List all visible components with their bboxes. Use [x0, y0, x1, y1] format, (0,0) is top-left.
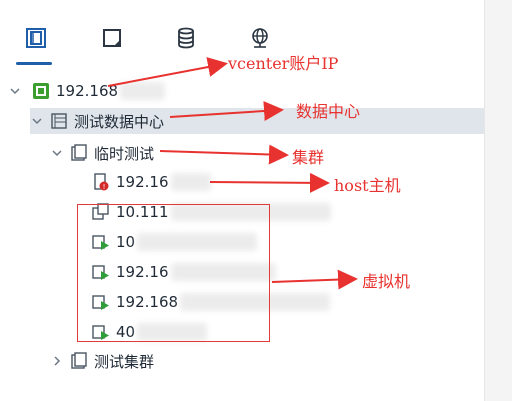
- vm-template-icon[interactable]: [98, 24, 126, 52]
- redacted-text: [120, 82, 166, 100]
- cluster-label: 测试集群: [94, 352, 155, 371]
- tree-node-cluster-test[interactable]: 测试集群: [50, 348, 154, 374]
- database-icon[interactable]: [172, 24, 200, 52]
- redacted-text: [170, 173, 211, 191]
- host-error-icon: !: [92, 173, 110, 191]
- annotation-vcenter: vcenter账户IP: [228, 54, 339, 73]
- chevron-down-icon[interactable]: [50, 146, 64, 160]
- vcenter-icon: [32, 82, 50, 100]
- annotation-datacenter: 数据中心: [296, 102, 361, 121]
- network-globe-icon[interactable]: [246, 24, 274, 52]
- vertical-scrollbar[interactable]: [484, 0, 512, 401]
- tree-node-vcenter[interactable]: 192.168: [8, 78, 166, 104]
- annotation-cluster: 集群: [292, 148, 325, 167]
- cluster-icon: [70, 352, 88, 370]
- chevron-right-icon[interactable]: [50, 354, 64, 368]
- tree-node-cluster-temp[interactable]: 临时测试: [50, 140, 154, 166]
- annotation-vm: 虚拟机: [362, 272, 411, 291]
- cluster-icon: [70, 144, 88, 162]
- host-label: 192.16: [116, 173, 169, 191]
- vm-highlight-box: [77, 204, 270, 342]
- svg-text:!: !: [103, 183, 106, 191]
- tree-node-datacenter[interactable]: 测试数据中心: [30, 108, 484, 134]
- active-tab-indicator: [16, 62, 52, 65]
- datacenter-label: 测试数据中心: [74, 112, 165, 131]
- hosts-clusters-icon[interactable]: [22, 24, 50, 52]
- datacenter-icon: [50, 112, 68, 130]
- chevron-down-icon[interactable]: [8, 84, 22, 98]
- annotation-host: host主机: [334, 176, 401, 195]
- chevron-down-icon[interactable]: [30, 114, 44, 128]
- cluster-label: 临时测试: [94, 144, 155, 163]
- vcenter-label: 192.168: [56, 82, 119, 100]
- tree-node-host[interactable]: ! 192.16: [92, 169, 211, 195]
